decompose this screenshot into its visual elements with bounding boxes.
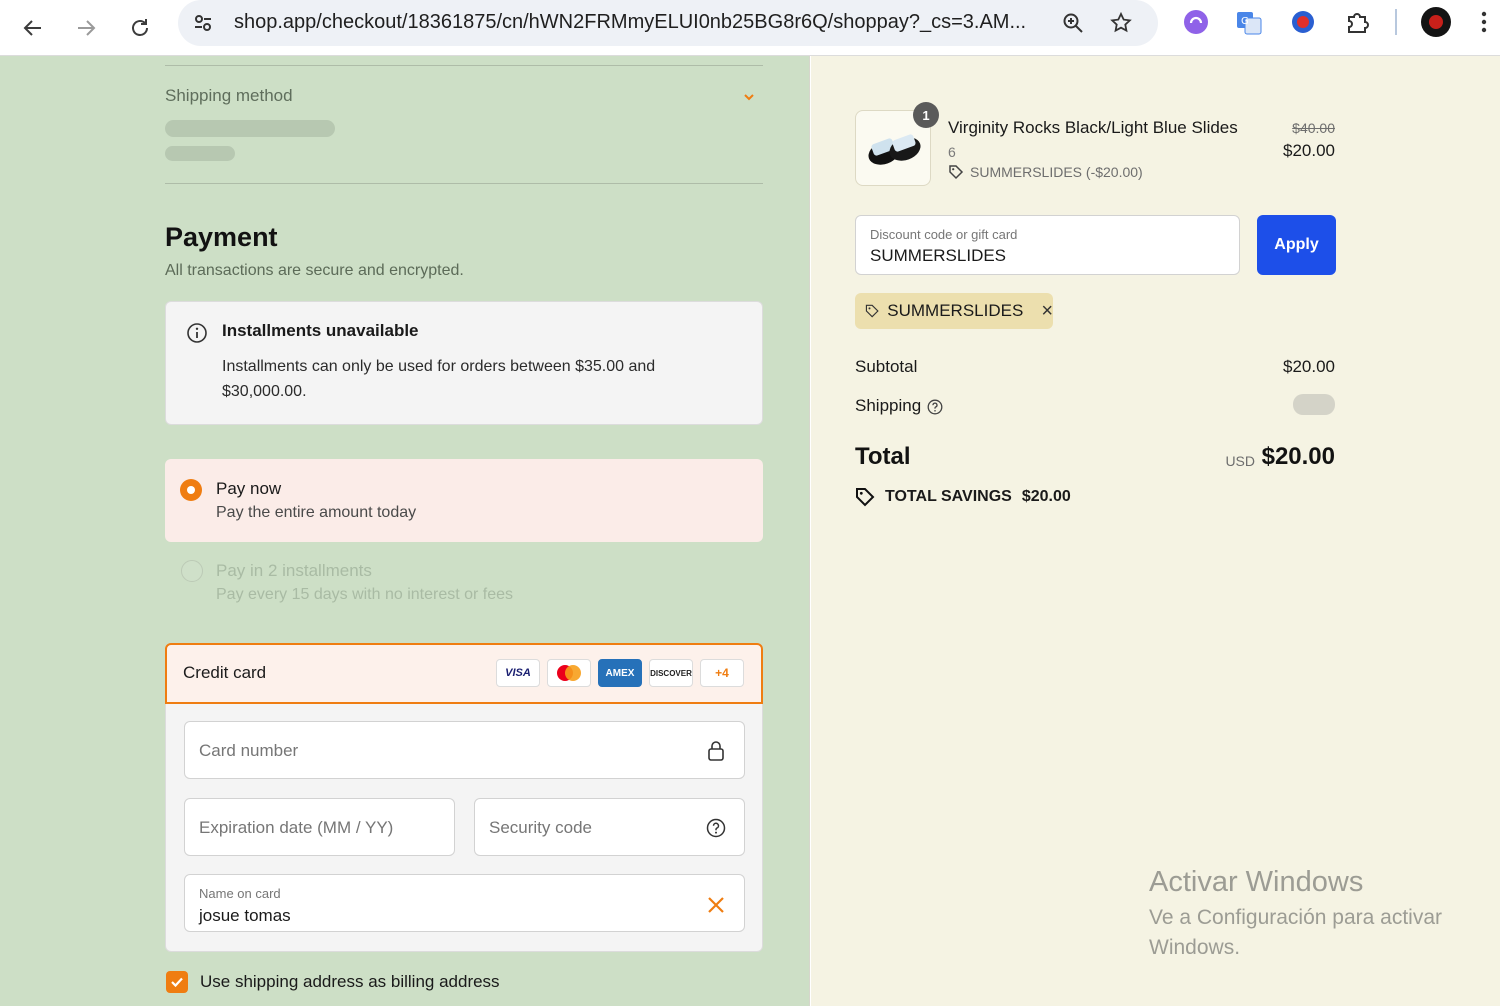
reload-icon [132,19,148,36]
windows-activation-subtitle: Ve a Configuración para activar Windows. [1149,906,1443,959]
security-code-field[interactable]: Security code [474,798,745,856]
zoom-icon[interactable] [1058,8,1088,38]
pay-now-subtitle: Pay the entire amount today [216,504,417,521]
pay-installments-title: Pay in 2 installments [216,561,372,580]
back-arrow-icon [23,20,41,36]
bookmark-star-icon[interactable] [1106,8,1136,38]
total-savings: TOTAL SAVINGS $20.00 [855,487,1071,507]
name-on-card-field[interactable]: Name on card josue tomas [184,874,745,932]
installments-notice: Installments unavailable Installments ca… [165,301,763,425]
remove-discount-icon[interactable]: × [1041,300,1053,323]
discount-code-label: Discount code or gift card [870,227,1018,242]
subtotal-label: Subtotal [855,357,918,376]
reload-button[interactable] [120,8,160,48]
forward-arrow-icon [78,20,96,36]
help-icon[interactable] [927,399,943,415]
browser-menu-icon[interactable] [1474,6,1494,38]
pay-now-title: Pay now [216,479,282,498]
checkmark-icon [171,977,183,988]
credit-card-option[interactable]: Credit card VISA AMEX DISCOVER +4 [165,643,763,704]
pay-now-radio[interactable] [180,479,202,501]
extension-shield-icon[interactable] [1287,6,1319,38]
pay-now-option[interactable]: Pay now Pay the entire amount today [165,459,763,542]
extension-purple-icon[interactable] [1180,6,1212,38]
discover-icon: DISCOVER [649,659,693,687]
total-savings-value: $20.00 [1021,488,1071,505]
tag-icon [856,488,875,507]
billing-address-label: Use shipping address as billing address [200,972,500,991]
product-variant: 6 [948,144,956,160]
clear-icon[interactable] [705,894,727,916]
checkout-form-pane: Shipping method Payment All transactions… [0,56,810,1006]
forward-button[interactable] [66,8,106,48]
card-number-placeholder: Card number [199,741,299,760]
profile-avatar[interactable] [1420,6,1452,38]
shipping-row: Shipping [855,396,943,416]
product-name: Virginity Rocks Black/Light Blue Slides [948,118,1238,137]
browser-toolbar: shop.app/checkout/18361875/cn/hWN2FRMmyE… [0,0,1500,56]
svg-text:G: G [1241,16,1249,27]
applied-discount-chip: SUMMERSLIDES × [855,293,1053,329]
billing-address-checkbox[interactable] [166,971,188,993]
back-button[interactable] [13,8,53,48]
mastercard-icon [547,659,591,687]
extensions-puzzle-icon[interactable] [1341,6,1373,38]
question-icon[interactable] [705,817,727,839]
pay-installments-radio[interactable] [181,560,203,582]
info-icon [187,323,207,343]
name-on-card-label: Name on card [199,886,281,901]
shipping-method-label: Shipping method [165,86,293,105]
expiration-placeholder: Expiration date (MM / YY) [199,818,394,837]
card-number-field[interactable]: Card number [184,721,745,779]
applied-discount-code: SUMMERSLIDES [887,301,1024,320]
payment-subtitle: All transactions are secure and encrypte… [165,262,464,279]
amex-icon: AMEX [598,659,642,687]
order-summary-pane: 1 Virginity Rocks Black/Light Blue Slide… [811,56,1500,1006]
original-price: $40.00 [1292,120,1335,136]
url-text[interactable]: shop.app/checkout/18361875/cn/hWN2FRMmyE… [234,11,1046,34]
total-label: Total [855,443,911,470]
discount-code-value: SUMMERSLIDES [870,246,1007,265]
pay-installments-subtitle: Pay every 15 days with no interest or fe… [216,586,514,603]
installments-notice-text: Installments can only be used for orders… [222,358,656,400]
divider [165,65,763,66]
lock-icon [705,740,727,762]
address-bar[interactable]: shop.app/checkout/18361875/cn/hWN2FRMmyE… [178,0,1158,46]
product-discount: SUMMERSLIDES (-$20.00) [948,164,1143,180]
product-discount-text: SUMMERSLIDES (-$20.00) [970,164,1143,180]
chevron-down-icon [744,94,754,101]
subtotal-value: $20.00 [1283,357,1335,376]
divider [165,183,763,184]
visa-icon: VISA [496,659,540,687]
loading-skeleton [165,120,335,137]
google-translate-icon[interactable]: G [1233,6,1265,38]
windows-activation-title: Activar Windows [1149,866,1364,898]
apply-button[interactable]: Apply [1257,215,1336,275]
discount-code-input[interactable]: Discount code or gift card SUMMERSLIDES [855,215,1240,275]
credit-card-section: Credit card VISA AMEX DISCOVER +4 Card n… [165,643,763,952]
quantity-badge: 1 [913,102,939,128]
name-on-card-value: josue tomas [199,906,291,925]
expiration-date-field[interactable]: Expiration date (MM / YY) [184,798,455,856]
tag-icon [949,165,964,180]
shipping-value-skeleton [1293,394,1335,415]
payment-heading: Payment [165,222,278,252]
total-value: $20.00 [1261,443,1335,470]
shipping-label: Shipping [855,396,922,415]
shipping-method-toggle[interactable] [736,84,762,110]
item-price: $20.00 [1283,141,1335,160]
tag-icon [865,304,879,318]
total-savings-label: TOTAL SAVINGS [885,488,1012,505]
security-code-placeholder: Security code [489,818,592,837]
site-settings-icon[interactable] [190,10,216,36]
credit-card-label: Credit card [183,663,267,682]
installments-notice-title: Installments unavailable [222,321,419,340]
toolbar-separator [1395,9,1397,35]
currency-code: USD [1225,453,1255,469]
loading-skeleton [165,146,235,161]
more-brands-badge: +4 [700,659,744,687]
